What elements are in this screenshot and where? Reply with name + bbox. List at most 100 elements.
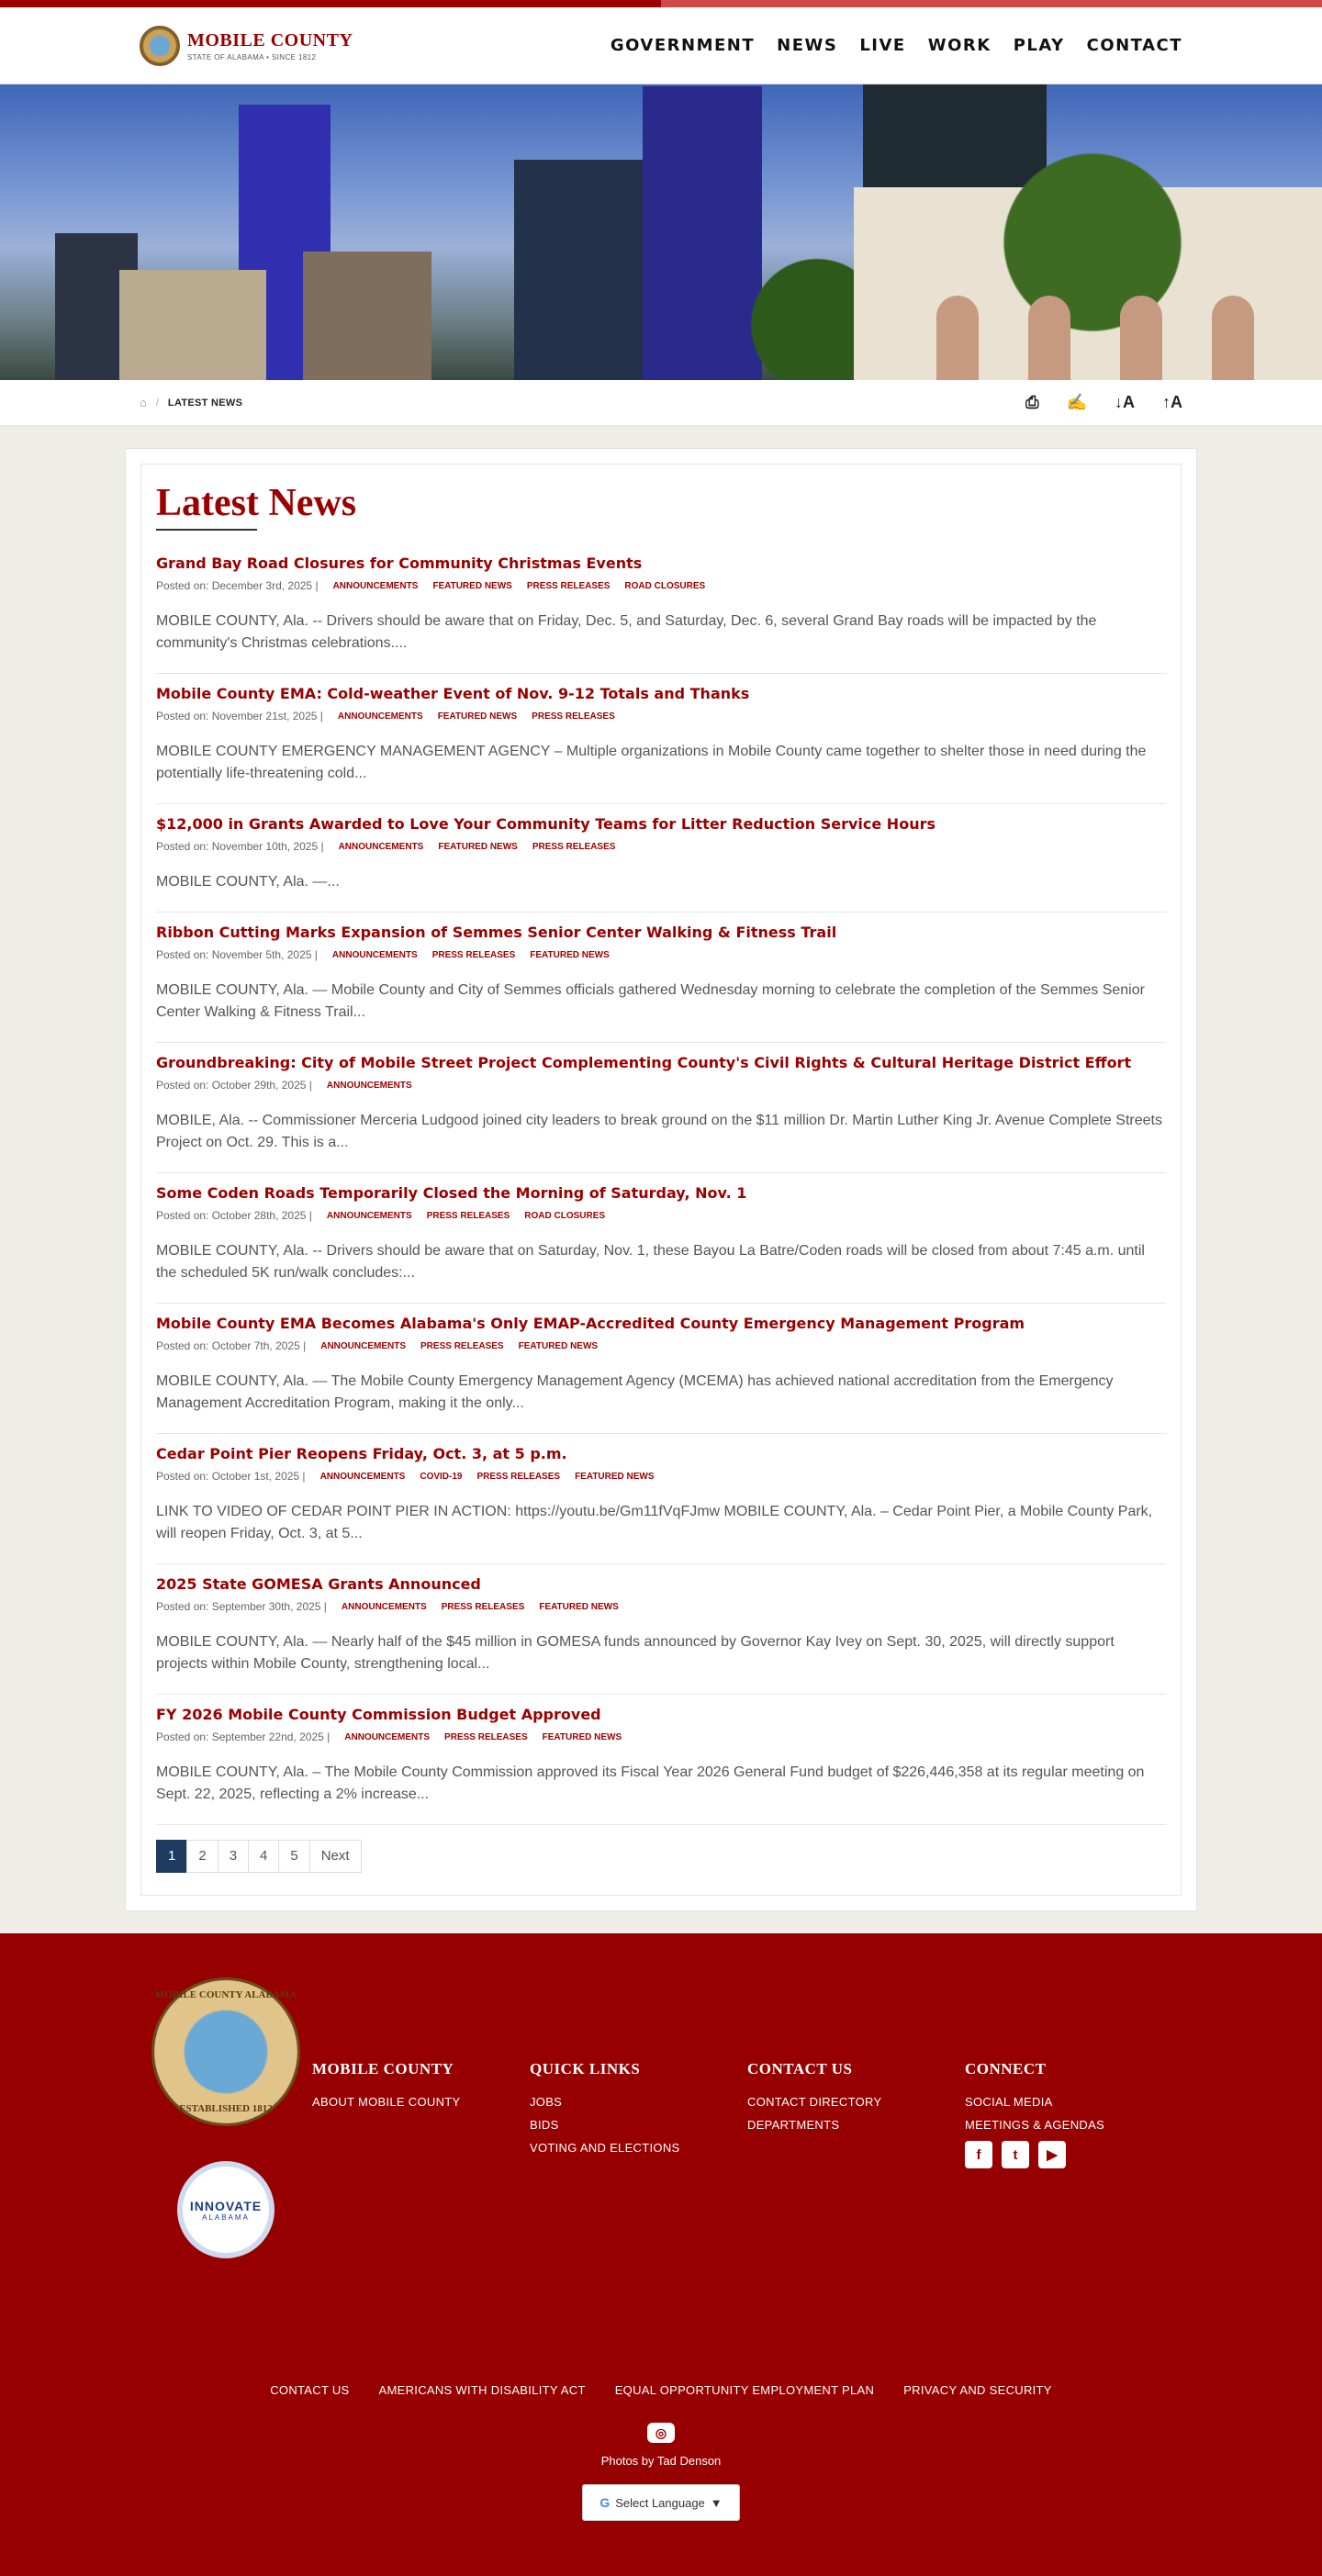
footer-contact-us[interactable]: CONTACT US [270, 2383, 349, 2397]
post-title-link[interactable]: Mobile County EMA: Cold-weather Event of… [156, 685, 1166, 702]
post-category-link[interactable]: ANNOUNCEMENTS [327, 1081, 412, 1091]
footer-link-about[interactable]: ABOUT MOBILE COUNTY [312, 2095, 530, 2109]
footer-eeo-plan[interactable]: EQUAL OPPORTUNITY EMPLOYMENT PLAN [615, 2383, 875, 2397]
home-icon[interactable]: ⌂ [140, 396, 147, 409]
page-link-1[interactable]: 1 [156, 1840, 188, 1873]
post-category-link[interactable]: FEATURED NEWS [438, 842, 517, 852]
post-category-link[interactable]: PRESS RELEASES [476, 1472, 560, 1482]
post-category-link[interactable]: ANNOUNCEMENTS [344, 1732, 430, 1742]
post-category-link[interactable]: FEATURED NEWS [432, 581, 511, 591]
post-title-link[interactable]: Mobile County EMA Becomes Alabama's Only… [156, 1315, 1166, 1332]
post-date: Posted on: September 30th, 2025 | [156, 1600, 327, 1613]
footer-ada[interactable]: AMERICANS WITH DISABILITY ACT [379, 2383, 586, 2397]
post-date: Posted on: November 21st, 2025 | [156, 710, 323, 722]
post-title-link[interactable]: Ribbon Cutting Marks Expansion of Semmes… [156, 924, 1166, 941]
top-accent-pink [661, 0, 1322, 7]
post-title-link[interactable]: Grand Bay Road Closures for Community Ch… [156, 554, 1166, 572]
post-category-link[interactable]: COVID-19 [420, 1472, 462, 1482]
seal-bottom-text: ESTABLISHED 1812 [179, 2103, 273, 2114]
footer-privacy[interactable]: PRIVACY AND SECURITY [903, 2383, 1052, 2397]
post-category-link[interactable]: FEATURED NEWS [539, 1602, 618, 1612]
footer-link-meetings[interactable]: MEETINGS & AGENDAS [965, 2118, 1182, 2132]
nav-play[interactable]: PLAY [1014, 36, 1065, 55]
news-post: Mobile County EMA Becomes Alabama's Only… [156, 1304, 1166, 1434]
next-page-link[interactable]: Next [308, 1840, 362, 1873]
footer-heading: MOBILE COUNTY [312, 2060, 454, 2078]
increase-font-icon[interactable]: ↑A [1162, 393, 1182, 412]
nav-work[interactable]: WORK [928, 36, 992, 55]
post-category-link[interactable]: PRESS RELEASES [527, 581, 611, 591]
social-icons: f t ▶ [965, 2141, 1182, 2168]
page-link-5[interactable]: 5 [278, 1840, 310, 1873]
footer-link-directory[interactable]: CONTACT DIRECTORY [747, 2095, 965, 2109]
post-meta: Posted on: September 22nd, 2025 | ANNOUNC… [156, 1730, 1166, 1743]
county-seal-large-icon: MOBILE COUNTY ALABAMA ESTABLISHED 1812 [151, 1977, 300, 2126]
logo-text: MOBILE COUNTY STATE OF ALABAMA • SINCE 1… [187, 30, 353, 62]
page-link-4[interactable]: 4 [248, 1840, 280, 1873]
post-category-link[interactable]: FEATURED NEWS [575, 1472, 654, 1482]
post-category-link[interactable]: ANNOUNCEMENTS [342, 1602, 427, 1612]
footer-columns: MOBILE COUNTY ABOUT MOBILE COUNTY QUICK … [312, 2060, 1182, 2258]
facebook-icon[interactable]: f [965, 2141, 992, 2168]
post-title-link[interactable]: 2025 State GOMESA Grants Announced [156, 1575, 1166, 1593]
nav-government[interactable]: GOVERNMENT [611, 36, 755, 55]
news-card-inner: Latest News Grand Bay Road Closures for … [140, 464, 1182, 1896]
post-category-link[interactable]: FEATURED NEWS [530, 950, 609, 960]
sign-icon[interactable]: ✍ [1067, 393, 1087, 412]
post-category-link[interactable]: ANNOUNCEMENTS [333, 581, 419, 591]
footer-link-social[interactable]: SOCIAL MEDIA [965, 2095, 1182, 2109]
footer-link-voting[interactable]: VOTING AND ELECTIONS [530, 2141, 747, 2155]
print-icon[interactable]: ⎙ [1025, 393, 1038, 412]
post-title-link[interactable]: Groundbreaking: City of Mobile Street Pr… [156, 1054, 1166, 1071]
post-category-link[interactable]: ANNOUNCEMENTS [320, 1472, 406, 1482]
breadcrumb-bar: ⌂ / LATEST NEWS ⎙ ✍ ↓A ↑A [0, 380, 1322, 426]
page-tools: ⎙ ✍ ↓A ↑A [1025, 393, 1182, 412]
youtube-icon[interactable]: ▶ [1038, 2141, 1066, 2168]
post-excerpt: MOBILE COUNTY, Ala. -- Drivers should be… [156, 613, 1097, 651]
footer-heading: QUICK LINKS [530, 2060, 641, 2078]
innovate-alabama-logo[interactable]: INNOVATE ALABAMA [177, 2161, 274, 2258]
post-category-link[interactable]: ROAD CLOSURES [624, 581, 705, 591]
language-select[interactable]: G Select Language ▼ [582, 2484, 740, 2521]
post-category-link[interactable]: PRESS RELEASES [432, 950, 516, 960]
decrease-font-icon[interactable]: ↓A [1115, 393, 1135, 412]
hero-arch [1212, 296, 1254, 380]
hero-tree [955, 151, 1230, 380]
footer-col-mobile-county: MOBILE COUNTY ABOUT MOBILE COUNTY [312, 2060, 530, 2258]
post-title-link[interactable]: Cedar Point Pier Reopens Friday, Oct. 3,… [156, 1445, 1166, 1462]
post-category-link[interactable]: ANNOUNCEMENTS [327, 1211, 412, 1221]
post-category-link[interactable]: PRESS RELEASES [420, 1341, 504, 1351]
footer-link-jobs[interactable]: JOBS [530, 2095, 747, 2109]
post-category-link[interactable]: PRESS RELEASES [442, 1602, 525, 1612]
post-category-link[interactable]: ROAD CLOSURES [524, 1211, 605, 1221]
hero-arch [1028, 296, 1070, 380]
post-title-link[interactable]: Some Coden Roads Temporarily Closed the … [156, 1184, 1166, 1202]
post-category-link[interactable]: FEATURED NEWS [438, 711, 517, 722]
post-date: Posted on: November 5th, 2025 | [156, 948, 318, 961]
post-category-link[interactable]: PRESS RELEASES [532, 711, 615, 722]
nav-live[interactable]: LIVE [859, 36, 905, 55]
post-title-link[interactable]: FY 2026 Mobile County Commission Budget … [156, 1706, 1166, 1723]
post-category-link[interactable]: PRESS RELEASES [444, 1732, 528, 1742]
post-category-link[interactable]: ANNOUNCEMENTS [339, 842, 424, 852]
site-name: MOBILE COUNTY [187, 29, 353, 50]
post-category-link[interactable]: ANNOUNCEMENTS [338, 711, 423, 722]
nav-contact[interactable]: CONTACT [1087, 36, 1182, 55]
post-category-link[interactable]: PRESS RELEASES [427, 1211, 510, 1221]
news-post: Some Coden Roads Temporarily Closed the … [156, 1173, 1166, 1304]
post-category-link[interactable]: FEATURED NEWS [543, 1732, 622, 1742]
post-category-link[interactable]: FEATURED NEWS [519, 1341, 598, 1351]
site-tagline: STATE OF ALABAMA • SINCE 1812 [187, 52, 317, 62]
post-category-link[interactable]: ANNOUNCEMENTS [320, 1341, 406, 1351]
twitter-icon[interactable]: t [1002, 2141, 1029, 2168]
site-logo[interactable]: MOBILE COUNTY STATE OF ALABAMA • SINCE 1… [140, 25, 353, 66]
page-link-2[interactable]: 2 [186, 1840, 218, 1873]
post-title-link[interactable]: $12,000 in Grants Awarded to Love Your C… [156, 815, 1166, 833]
nav-news[interactable]: NEWS [777, 36, 837, 55]
page-link-3[interactable]: 3 [217, 1840, 250, 1873]
post-category-link[interactable]: ANNOUNCEMENTS [332, 950, 418, 960]
footer-link-departments[interactable]: DEPARTMENTS [747, 2118, 965, 2132]
post-excerpt: MOBILE COUNTY, Ala. — The Mobile County … [156, 1373, 1114, 1411]
post-category-link[interactable]: PRESS RELEASES [532, 842, 616, 852]
footer-link-bids[interactable]: BIDS [530, 2118, 747, 2132]
